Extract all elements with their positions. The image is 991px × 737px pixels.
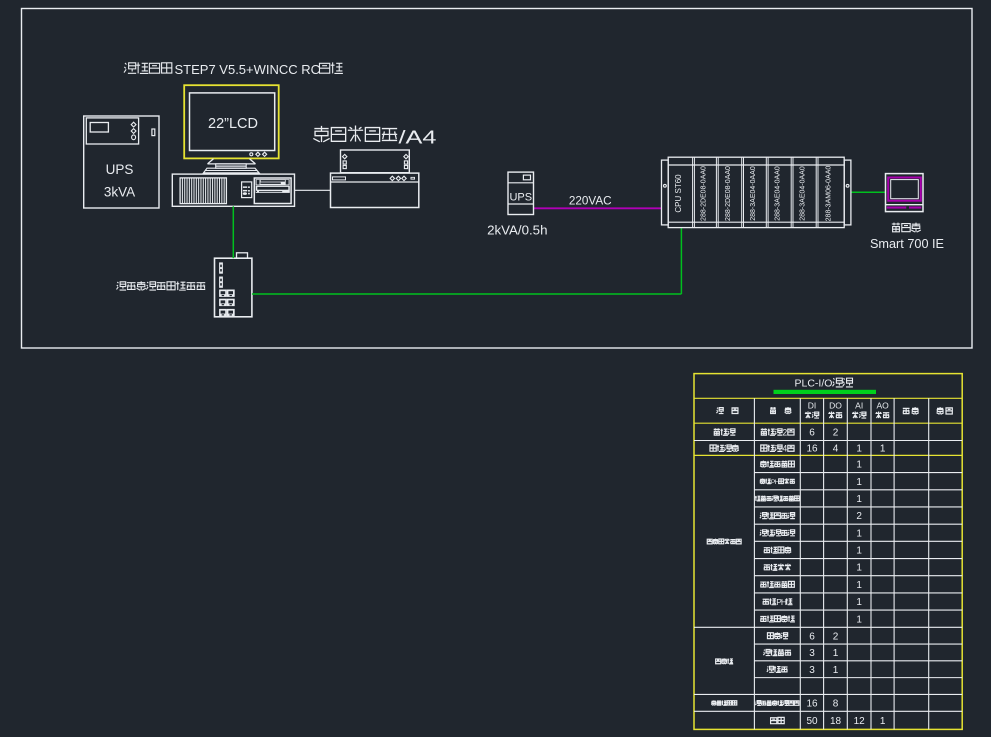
svg-text:1: 1 <box>856 546 862 557</box>
svg-text:PLC-I/O: PLC-I/O <box>795 378 833 390</box>
svg-text:1: 1 <box>856 528 862 539</box>
svg-text:3kVA: 3kVA <box>104 185 135 200</box>
svg-text:288-3AM06-0AA0: 288-3AM06-0AA0 <box>826 166 833 222</box>
svg-text:1: 1 <box>856 563 862 574</box>
svg-text:6: 6 <box>809 631 815 642</box>
svg-text:22”LCD: 22”LCD <box>208 116 258 132</box>
svg-text:1: 1 <box>833 665 839 676</box>
svg-text:2: 2 <box>782 427 787 437</box>
svg-text:4: 4 <box>833 444 839 455</box>
svg-text:50: 50 <box>806 716 818 727</box>
svg-text:16: 16 <box>806 444 818 455</box>
svg-text:6: 6 <box>809 427 815 438</box>
svg-text:288-3AE04-0AA0: 288-3AE04-0AA0 <box>775 166 782 221</box>
svg-text:288-3AE04-0AA0: 288-3AE04-0AA0 <box>800 166 807 221</box>
svg-text:1: 1 <box>856 597 862 608</box>
svg-text:288-2DE08-0AA0: 288-2DE08-0AA0 <box>725 166 732 221</box>
svg-text:2kVA/0.5h: 2kVA/0.5h <box>487 223 547 238</box>
svg-text:DO: DO <box>829 401 842 411</box>
svg-text:AI: AI <box>855 401 863 411</box>
svg-text:2: 2 <box>856 511 862 522</box>
svg-text:UPS: UPS <box>106 162 134 177</box>
svg-text:Smart 700 IE: Smart 700 IE <box>870 237 944 251</box>
svg-text:CPU ST60: CPU ST60 <box>674 174 683 213</box>
svg-text:1: 1 <box>856 494 862 505</box>
svg-text:2: 2 <box>833 427 839 438</box>
svg-text:12: 12 <box>854 716 866 727</box>
svg-text:STEP7 V5.5+WINCC RC: STEP7 V5.5+WINCC RC <box>175 62 321 77</box>
svg-text:8: 8 <box>833 698 839 709</box>
svg-text:1: 1 <box>856 460 862 471</box>
svg-text:AO: AO <box>876 401 889 411</box>
svg-text:1: 1 <box>880 444 886 455</box>
svg-text:H: H <box>781 598 787 607</box>
svg-text:1: 1 <box>833 648 839 659</box>
svg-text:2: 2 <box>833 631 839 642</box>
svg-text:1: 1 <box>856 444 862 455</box>
svg-text:1: 1 <box>880 716 886 727</box>
svg-text:16: 16 <box>806 698 818 709</box>
svg-text:UPS: UPS <box>509 191 532 203</box>
svg-text:3: 3 <box>809 648 815 659</box>
svg-text:1: 1 <box>856 614 862 625</box>
svg-text:1: 1 <box>856 580 862 591</box>
svg-text:220VAC: 220VAC <box>569 195 612 208</box>
svg-text:288-3AE04-0AA0: 288-3AE04-0AA0 <box>750 166 757 221</box>
svg-text:3: 3 <box>809 665 815 676</box>
svg-text:1: 1 <box>856 477 862 488</box>
svg-text:4: 4 <box>782 444 787 454</box>
svg-text:DI: DI <box>808 401 817 411</box>
svg-text:/A4: /A4 <box>399 128 437 148</box>
svg-text:288-2DE08-0AA0: 288-2DE08-0AA0 <box>700 166 707 221</box>
svg-text:18: 18 <box>830 716 842 727</box>
